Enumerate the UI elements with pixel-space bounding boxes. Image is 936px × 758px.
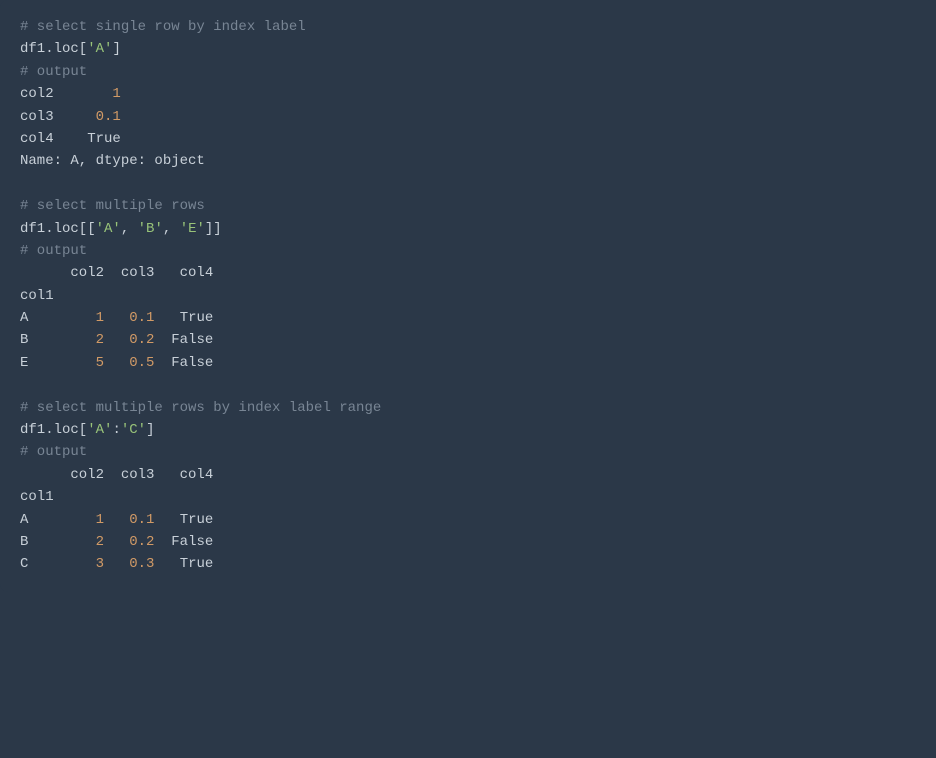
code-token: col4 (20, 131, 87, 147)
code-token: 2 (96, 534, 104, 550)
code-line: A 1 0.1 True (20, 509, 916, 531)
code-token: # output (20, 64, 87, 80)
code-line: df1.loc[['A', 'B', 'E']] (20, 218, 916, 240)
code-token: 'A' (87, 422, 112, 438)
code-line: df1.loc['A'] (20, 38, 916, 60)
code-token: ]] (205, 221, 222, 237)
code-token: C (20, 556, 96, 572)
code-token: ] (112, 41, 120, 57)
code-line (20, 374, 916, 396)
code-token: # output (20, 444, 87, 460)
code-token: 1 (112, 86, 120, 102)
code-token (104, 332, 129, 348)
code-token: E (20, 355, 96, 371)
code-token (154, 512, 179, 528)
code-line: col2 col3 col4 (20, 262, 916, 284)
code-token: A (20, 310, 96, 326)
code-token (104, 355, 129, 371)
code-token (104, 534, 129, 550)
code-token: 0.5 (129, 355, 154, 371)
code-token: False (171, 355, 213, 371)
code-token: # select multiple rows (20, 198, 205, 214)
code-token (104, 512, 129, 528)
code-token: col1 (20, 489, 54, 505)
code-token: col3 (20, 109, 96, 125)
code-token: 0.1 (96, 109, 121, 125)
code-line: B 2 0.2 False (20, 531, 916, 553)
code-token (154, 556, 179, 572)
code-token: col1 (20, 288, 54, 304)
code-line: col3 0.1 (20, 106, 916, 128)
code-line: Name: A, dtype: object (20, 150, 916, 172)
code-token: , (163, 221, 180, 237)
code-line: # output (20, 240, 916, 262)
code-token: 1 (96, 310, 104, 326)
code-line: col2 col3 col4 (20, 464, 916, 486)
code-token: object (154, 153, 204, 169)
code-token: df1.loc[ (20, 41, 87, 57)
code-line: col1 (20, 486, 916, 508)
code-token: 'A' (87, 41, 112, 57)
code-line: A 1 0.1 True (20, 307, 916, 329)
code-token: 3 (96, 556, 104, 572)
code-token: 0.1 (129, 310, 154, 326)
code-token: False (171, 332, 213, 348)
code-token: : (112, 422, 120, 438)
code-token: 0.2 (129, 534, 154, 550)
code-line: # select multiple rows (20, 195, 916, 217)
code-token: df1.loc[[ (20, 221, 96, 237)
code-line: # output (20, 61, 916, 83)
code-line: C 3 0.3 True (20, 553, 916, 575)
code-token: # output (20, 243, 87, 259)
code-token: df1.loc[ (20, 422, 87, 438)
code-line: col4 True (20, 128, 916, 150)
code-token: True (180, 556, 214, 572)
code-token: B (20, 534, 96, 550)
code-token: Name: A, dtype: (20, 153, 154, 169)
code-line: B 2 0.2 False (20, 329, 916, 351)
code-token: B (20, 332, 96, 348)
code-token: 5 (96, 355, 104, 371)
code-line: # select single row by index label (20, 16, 916, 38)
code-token: 'E' (180, 221, 205, 237)
code-token: , (121, 221, 138, 237)
code-token: 0.1 (129, 512, 154, 528)
code-token: A (20, 512, 96, 528)
code-token: # select multiple rows by index label ra… (20, 400, 381, 416)
code-token: col2 col3 col4 (20, 265, 213, 281)
code-line: col2 1 (20, 83, 916, 105)
code-token: col2 col3 col4 (20, 467, 213, 483)
code-line: df1.loc['A':'C'] (20, 419, 916, 441)
code-line: col1 (20, 285, 916, 307)
code-token: col2 (20, 86, 112, 102)
code-token: 0.2 (129, 332, 154, 348)
code-block: # select single row by index label df1.lo… (0, 0, 936, 592)
code-token (154, 310, 179, 326)
code-token (154, 355, 171, 371)
code-token: False (171, 534, 213, 550)
code-token: 'A' (96, 221, 121, 237)
code-token (104, 310, 129, 326)
code-token: ] (146, 422, 154, 438)
code-token: True (180, 512, 214, 528)
code-token (104, 556, 129, 572)
code-line: # output (20, 441, 916, 463)
code-line: E 5 0.5 False (20, 352, 916, 374)
code-token: 0.3 (129, 556, 154, 572)
code-line: # select multiple rows by index label ra… (20, 397, 916, 419)
code-line (20, 173, 916, 195)
code-token (154, 534, 171, 550)
code-token (154, 332, 171, 348)
code-token: 'B' (138, 221, 163, 237)
code-token: 'C' (121, 422, 146, 438)
code-token: 1 (96, 512, 104, 528)
code-token: # select single row by index label (20, 19, 306, 35)
code-token: True (87, 131, 121, 147)
code-token: 2 (96, 332, 104, 348)
code-token: True (180, 310, 214, 326)
